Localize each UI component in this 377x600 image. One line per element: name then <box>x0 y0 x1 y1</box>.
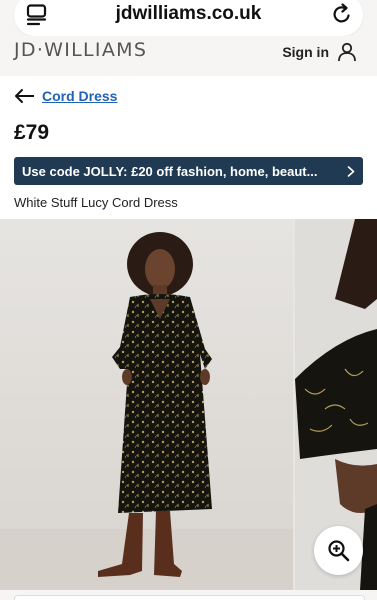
site-header: JD·WILLIAMS Sign in <box>0 36 377 74</box>
product-price: £79 <box>14 121 50 144</box>
reload-icon[interactable] <box>331 3 353 25</box>
bottom-panel-edge <box>0 590 377 600</box>
product-summary: Cord Dress £79 Use code JOLLY: £20 off f… <box>0 76 377 219</box>
product-name: White Stuff Lucy Cord Dress <box>14 195 178 210</box>
sign-in-label[interactable]: Sign in <box>282 44 329 60</box>
breadcrumb[interactable]: Cord Dress <box>14 88 117 104</box>
site-logo[interactable]: JD·WILLIAMS <box>14 39 147 61</box>
zoom-in-icon[interactable] <box>327 539 350 562</box>
panel-divider <box>14 595 365 600</box>
zoom-button[interactable] <box>314 526 363 575</box>
arrow-left-icon[interactable] <box>14 88 36 104</box>
browser-address-bar: jdwilliams.co.uk <box>0 0 377 36</box>
promo-banner[interactable]: Use code JOLLY: £20 off fashion, home, b… <box>14 157 363 185</box>
url-text[interactable]: jdwilliams.co.uk <box>14 3 363 25</box>
product-photo-main[interactable] <box>0 219 293 590</box>
product-image-gallery[interactable] <box>0 219 377 590</box>
chevron-right-icon[interactable] <box>347 166 355 177</box>
promo-text[interactable]: Use code JOLLY: £20 off fashion, home, b… <box>22 164 340 179</box>
url-field[interactable]: jdwilliams.co.uk <box>14 0 363 36</box>
user-icon[interactable] <box>337 42 357 62</box>
sign-in-link[interactable]: Sign in <box>282 42 357 62</box>
breadcrumb-link[interactable]: Cord Dress <box>42 88 117 104</box>
